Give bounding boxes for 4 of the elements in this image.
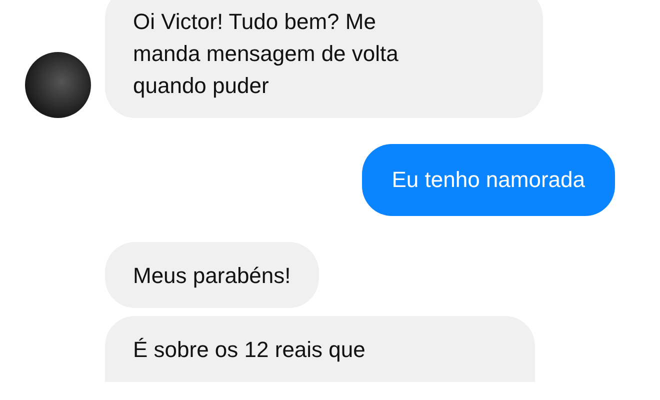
message-bubble: É sobre os 12 reais que: [105, 316, 536, 382]
message-bubble: Meus parabéns!: [105, 242, 319, 308]
message-bubble: Eu tenho namorada: [362, 144, 615, 216]
message-bubble: Oi Victor! Tudo bem? Me manda mensagem de volta quando puder: [105, 0, 543, 118]
